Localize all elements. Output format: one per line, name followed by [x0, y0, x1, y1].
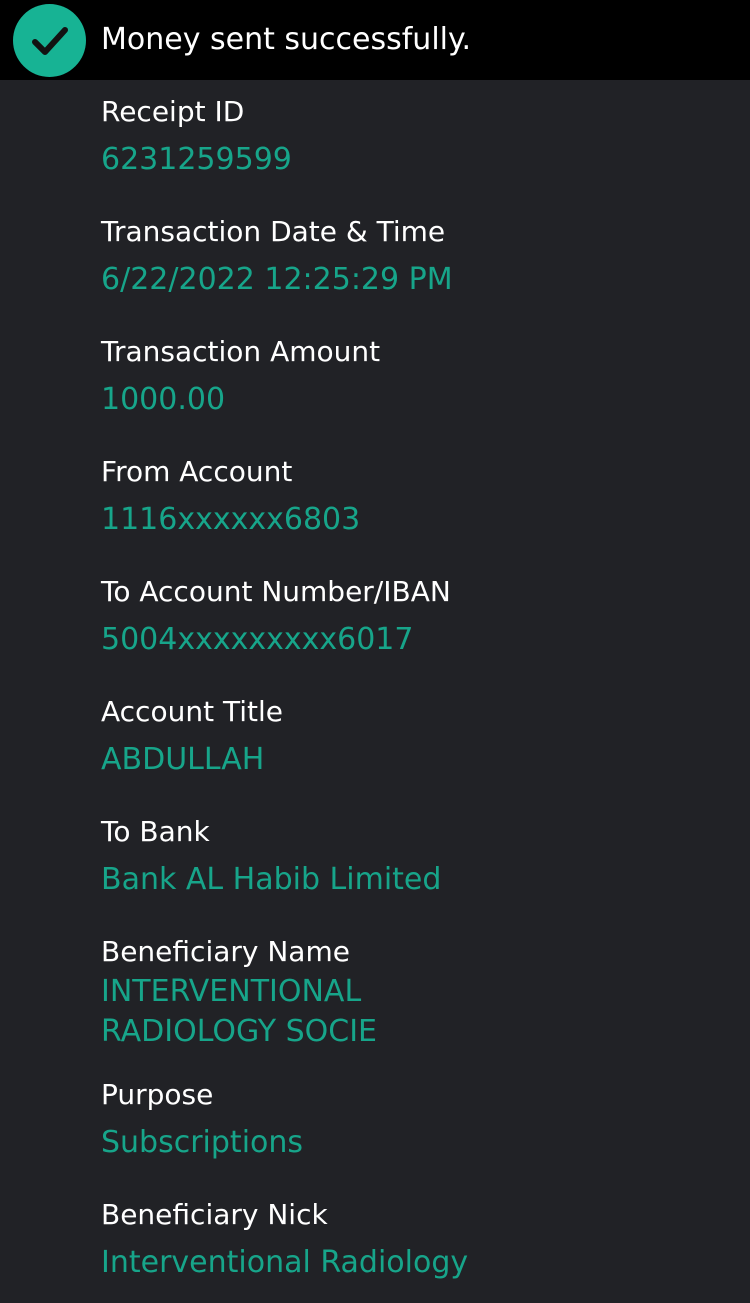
purpose-value: Subscriptions — [101, 1125, 304, 1160]
beneficiary-name-value: INTERVENTIONAL RADIOLOGY SOCIE — [101, 972, 741, 1052]
beneficiary-nick-label: Beneficiary Nick — [101, 1198, 328, 1231]
beneficiary-nick-value: Interventional Radiology — [101, 1245, 469, 1280]
to-bank-label: To Bank — [101, 815, 210, 848]
from-account-value: 1116xxxxxx6803 — [101, 502, 361, 537]
to-account-field: To Account Number/IBAN 5004xxxxxxxxx6017 — [101, 572, 741, 660]
from-account-field: From Account 1116xxxxxx6803 — [101, 452, 741, 540]
transaction-datetime-value: 6/22/2022 12:25:29 PM — [101, 262, 453, 297]
receipt-id-field: Receipt ID 6231259599 — [101, 92, 741, 180]
to-account-label: To Account Number/IBAN — [101, 575, 451, 608]
beneficiary-name-label: Beneficiary Name — [101, 935, 350, 968]
account-title-value: ABDULLAH — [101, 742, 265, 777]
receipt-id-label: Receipt ID — [101, 95, 245, 128]
account-title-label: Account Title — [101, 695, 283, 728]
account-title-field: Account Title ABDULLAH — [101, 692, 741, 780]
transaction-amount-label: Transaction Amount — [101, 335, 381, 368]
success-message: Money sent successfully. — [101, 22, 472, 57]
beneficiary-name-field: Beneficiary Name INTERVENTIONAL RADIOLOG… — [101, 932, 741, 1052]
beneficiary-name-line-1: INTERVENTIONAL — [101, 974, 362, 1009]
receipt-id-value: 6231259599 — [101, 142, 292, 177]
checkmark-icon — [31, 26, 68, 55]
to-account-value: 5004xxxxxxxxx6017 — [101, 622, 414, 657]
transaction-datetime-field: Transaction Date & Time 6/22/2022 12:25:… — [101, 212, 741, 300]
transaction-amount-field: Transaction Amount 1000.00 — [101, 332, 741, 420]
purpose-field: Purpose Subscriptions — [101, 1075, 741, 1163]
success-banner: Money sent successfully. — [0, 0, 750, 80]
beneficiary-name-line-2: RADIOLOGY SOCIE — [101, 1014, 377, 1049]
purpose-label: Purpose — [101, 1078, 214, 1111]
beneficiary-nick-field: Beneficiary Nick Interventional Radiolog… — [101, 1195, 741, 1283]
transaction-datetime-label: Transaction Date & Time — [101, 215, 446, 248]
transaction-amount-value: 1000.00 — [101, 382, 226, 417]
to-bank-value: Bank AL Habib Limited — [101, 862, 442, 897]
check-circle-icon — [13, 4, 86, 77]
to-bank-field: To Bank Bank AL Habib Limited — [101, 812, 741, 900]
from-account-label: From Account — [101, 455, 293, 488]
